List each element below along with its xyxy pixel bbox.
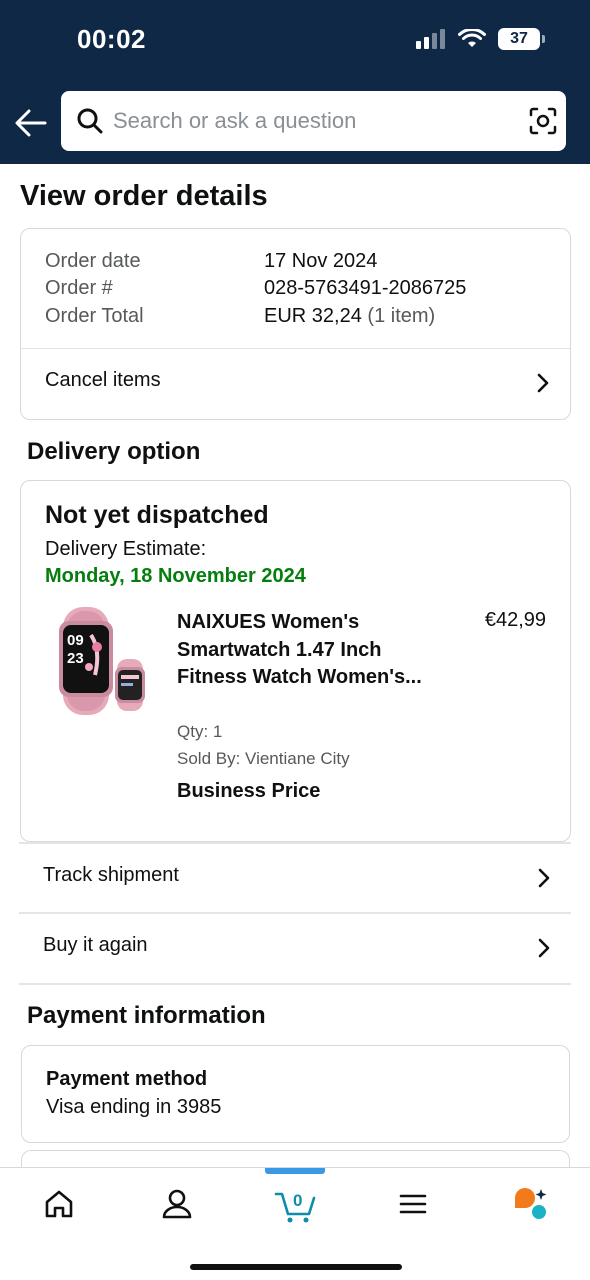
delivery-card: Not yet dispatched Delivery Estimate: Mo… <box>20 480 571 842</box>
search-input[interactable] <box>113 91 513 151</box>
cancel-items-label: Cancel items <box>45 369 161 391</box>
delivery-section-title: Delivery option <box>27 438 201 465</box>
delivery-estimate-label: Delivery Estimate: <box>45 538 207 560</box>
buy-again-row[interactable]: Buy it again <box>19 912 571 982</box>
cart-count: 0 <box>293 1191 302 1210</box>
back-arrow-icon[interactable] <box>12 104 50 142</box>
product-price: €42,99 <box>484 609 546 631</box>
order-number-value: 028-5763491-2086725 <box>264 277 467 299</box>
active-tab-indicator <box>265 1168 325 1174</box>
order-date-label: Order date <box>45 250 141 272</box>
dispatch-status: Not yet dispatched <box>45 501 269 529</box>
search-bar[interactable] <box>61 91 566 151</box>
cart-icon: 0 <box>274 1191 316 1223</box>
track-shipment-row[interactable]: Track shipment <box>19 842 571 912</box>
order-total-amount: EUR 32,24 <box>264 305 362 327</box>
menu-icon[interactable] <box>393 1184 433 1224</box>
wifi-icon <box>458 29 486 47</box>
business-price-badge: Business Price <box>177 780 321 802</box>
status-time: 00:02 <box>77 24 146 54</box>
product-quantity: Qty: 1 <box>177 722 223 741</box>
payment-section-title: Payment information <box>27 1002 266 1029</box>
chevron-right-icon <box>537 373 549 393</box>
order-total-items: (1 item) <box>367 305 436 327</box>
top-header: 00:02 37 <box>0 0 590 164</box>
chevron-right-icon <box>538 938 550 958</box>
product-seller: Sold By: Vientiane City <box>177 749 350 768</box>
cart-tab[interactable]: 0 <box>273 1184 319 1224</box>
payment-method-title: Payment method <box>46 1068 208 1090</box>
product-title[interactable]: NAIXUES Women's Smartwatch 1.47 Inch Fit… <box>177 609 427 692</box>
payment-method-text: Visa ending in 3985 <box>46 1096 222 1118</box>
product-image[interactable]: 09 23 <box>51 605 147 717</box>
buy-again-label: Buy it again <box>43 934 148 956</box>
order-summary-card: Order date 17 Nov 2024 Order # 028-57634… <box>20 228 571 420</box>
search-icon <box>77 108 103 134</box>
watch-hour: 09 <box>67 632 84 649</box>
status-icons: 37 <box>416 28 545 50</box>
bottom-navigation: 0 <box>0 1167 590 1280</box>
payment-method-card[interactable]: Payment method Visa ending in 3985 <box>21 1045 570 1143</box>
home-indicator <box>190 1264 402 1270</box>
order-number-label: Order # <box>45 277 113 299</box>
home-icon[interactable] <box>39 1184 79 1224</box>
page-title: View order details <box>20 180 268 212</box>
cancel-items-row[interactable]: Cancel items <box>21 349 570 419</box>
chevron-right-icon <box>538 868 550 888</box>
order-total-value: EUR 32,24 (1 item) <box>264 305 435 328</box>
order-total-label: Order Total <box>45 305 144 327</box>
account-icon[interactable] <box>157 1184 197 1224</box>
delivery-estimate-date: Monday, 18 November 2024 <box>45 565 306 587</box>
order-date-value: 17 Nov 2024 <box>264 250 378 272</box>
rufus-assistant-icon[interactable] <box>511 1184 551 1224</box>
battery-indicator: 37 <box>498 28 545 50</box>
camera-scan-icon[interactable] <box>528 106 558 136</box>
track-shipment-label: Track shipment <box>43 864 179 886</box>
divider <box>19 983 571 985</box>
watch-minute: 23 <box>67 650 84 667</box>
cellular-signal-icon <box>416 29 445 49</box>
